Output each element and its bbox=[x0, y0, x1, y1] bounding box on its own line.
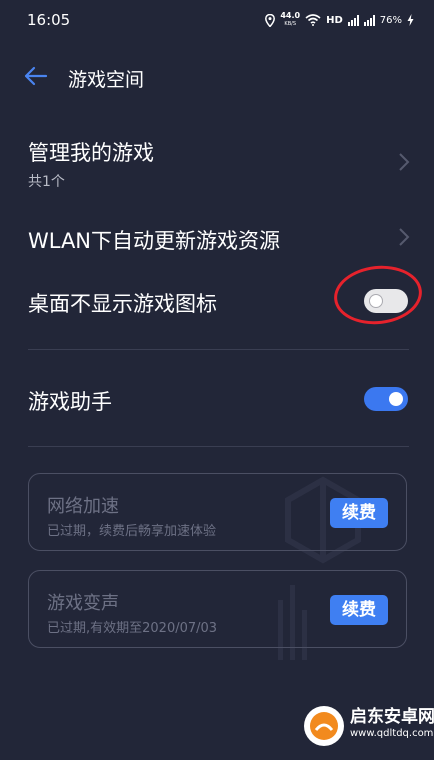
divider bbox=[28, 446, 409, 447]
toggle-knob bbox=[389, 392, 403, 406]
manage-games-row[interactable]: 管理我的游戏 共1个 bbox=[0, 130, 434, 192]
signal-2-icon bbox=[363, 14, 375, 26]
battery-level: 76% bbox=[379, 14, 402, 26]
watermark-url: www.qdltdq.com bbox=[350, 728, 434, 739]
chevron-right-icon bbox=[399, 228, 410, 246]
card-title: 网络加速 bbox=[47, 496, 119, 517]
chevron-right-icon bbox=[399, 153, 410, 171]
card-subtitle: 已过期,有效期至2020/07/03 bbox=[47, 621, 218, 636]
wlan-update-title: WLAN下自动更新游戏资源 bbox=[28, 229, 281, 253]
status-bar: 16:05 44.0 KB/S HD 76% bbox=[0, 0, 434, 40]
watermark-name: 启东安卓网 bbox=[350, 707, 434, 727]
status-time: 16:05 bbox=[27, 11, 71, 29]
watermark: 启东安卓网 www.qdltdq.com bbox=[300, 698, 434, 756]
card-subtitle: 已过期，续费后畅享加速体验 bbox=[47, 524, 217, 539]
renew-button[interactable]: 续费 bbox=[330, 595, 388, 625]
game-assistant-toggle[interactable] bbox=[364, 387, 408, 411]
manage-games-count: 共1个 bbox=[28, 174, 65, 190]
hd-badge: HD bbox=[326, 14, 343, 26]
wlan-update-row[interactable]: WLAN下自动更新游戏资源 bbox=[0, 218, 434, 258]
net-speed: 44.0 KB/S bbox=[280, 12, 300, 28]
card-title: 游戏变声 bbox=[47, 593, 119, 614]
charging-icon bbox=[407, 14, 414, 26]
arrow-left-icon[interactable] bbox=[22, 63, 50, 89]
wifi-icon bbox=[305, 14, 321, 26]
location-icon bbox=[265, 13, 276, 27]
page-title: 游戏空间 bbox=[68, 69, 145, 91]
signal-1-icon bbox=[347, 14, 359, 26]
network-acceleration-card: 网络加速 已过期，续费后畅享加速体验 续费 bbox=[28, 473, 407, 551]
watermark-logo-icon bbox=[304, 706, 344, 746]
manage-games-title: 管理我的游戏 bbox=[28, 141, 154, 165]
net-speed-unit: KB/S bbox=[284, 21, 296, 27]
divider bbox=[28, 349, 409, 350]
status-icons: 44.0 KB/S HD 76% bbox=[265, 11, 414, 29]
header: 游戏空间 bbox=[0, 55, 434, 99]
net-speed-value: 44.0 bbox=[280, 11, 301, 20]
renew-button[interactable]: 续费 bbox=[330, 498, 388, 528]
hide-icon-title: 桌面不显示游戏图标 bbox=[28, 292, 217, 316]
game-assistant-title: 游戏助手 bbox=[28, 390, 112, 414]
game-assistant-row: 游戏助手 bbox=[0, 378, 434, 422]
voice-changer-card: 游戏变声 已过期,有效期至2020/07/03 续费 bbox=[28, 570, 407, 648]
